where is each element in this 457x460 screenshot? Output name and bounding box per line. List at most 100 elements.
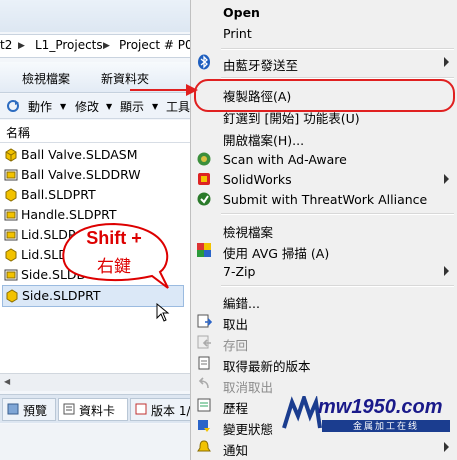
menu-item-solidworks[interactable]: SolidWorks [191,169,457,189]
menu-item-threatwork[interactable]: Submit with ThreatWork Alliance [191,189,457,209]
notify-icon [197,440,211,452]
menu-item-check-out[interactable]: 取出 [191,311,457,332]
file-name: Handle.SLDPRT [21,207,117,222]
menu-item-avg-scan[interactable]: 使用 AVG 掃描 (A) [191,240,457,261]
tab-datacard[interactable]: 資料卡 [58,398,128,421]
menu-item-label: 歷程 [223,401,249,416]
drawing-icon [4,169,18,181]
menu-item-label: Print [223,26,252,41]
solidworks-icon [198,173,210,185]
menu-item-label: Open [223,5,260,20]
threatwork-icon [197,192,211,206]
menu-item-edit[interactable]: 編錯... [191,290,457,311]
watermark-banner: 金属加工在线 [322,420,450,432]
watermark-text: mw1950.com [318,396,443,418]
menu-item-check-in[interactable]: 存回 [191,332,457,353]
undo-check-out-icon [198,377,209,389]
menu-item-label: 變更狀態 [223,422,274,437]
part-icon [5,248,17,262]
file-name: Ball.SLDPRT [21,187,96,202]
callout-line-2: 右鍵 [97,257,131,277]
change-state-icon [198,420,210,432]
callout-line-1: Shift + [86,228,142,248]
menu-item-scan-ad-aware[interactable]: Scan with Ad-Aware [191,149,457,169]
column-header[interactable]: 名稱 [0,120,190,143]
bottom-panel [0,424,190,460]
menu-separator [221,213,454,215]
tools-menu[interactable]: 工具 [166,98,190,115]
file-name: Ball Valve.SLDDRW [21,167,141,182]
watermark: mw1950.com 金属加工在线 [282,396,457,432]
modify-menu[interactable]: 修改 [75,98,99,115]
menu-item-label: SolidWorks [223,172,292,187]
copy-path-highlight-oval [194,79,455,112]
menu-separator [221,48,454,50]
menu-item-label: 取出 [223,317,249,332]
scroll-left-icon[interactable]: ◀ [4,377,10,386]
horizontal-scrollbar[interactable]: ◀ [0,373,190,391]
check-out-icon [197,314,212,328]
chevron-right-icon[interactable]: ▶ [18,41,25,51]
dropdown-arrow-icon[interactable]: ▼ [152,102,158,111]
mouse-cursor-icon [156,303,170,322]
dropdown-arrow-icon[interactable]: ▼ [60,102,66,111]
menu-item-notify[interactable]: 通知 [191,437,457,458]
refresh-icon[interactable] [6,99,20,113]
menu-item-7zip[interactable]: 7-Zip [191,261,457,281]
drawing-icon [4,229,18,241]
tab-preview[interactable]: 預覽 [2,398,56,421]
list-item[interactable]: Ball Valve.SLDDRW [2,165,182,185]
breadcrumb-item[interactable]: Project # P0 [119,38,193,52]
breadcrumb-item[interactable]: L1_Projects [35,38,103,52]
view-file-button[interactable]: 檢視檔案 [22,70,70,87]
tab-version[interactable]: 版本 1/ [130,398,192,421]
menu-item-open-file[interactable]: 開啟檔案(H)... [191,127,457,148]
menu-item-label: 存回 [223,338,249,353]
context-menu: Open Print 由藍牙發送至 複製路徑(A) 釘選到 [開始] 功能表(U… [190,0,457,460]
menu-item-label: 由藍牙發送至 [223,58,299,73]
menu-item-label: 開啟檔案(H)... [223,133,305,148]
avg-icon [197,243,211,257]
list-item[interactable]: Ball.SLDPRT [2,185,182,205]
menu-item-get-latest[interactable]: 取得最新的版本 [191,353,457,374]
shift-right-click-callout: Shift + 右鍵 [56,222,172,290]
version-icon [135,403,147,415]
submenu-arrow-icon [444,266,449,276]
menu-item-label: 7-Zip [223,264,256,279]
display-menu[interactable]: 顯示 [120,98,144,115]
file-name: Side.SLDPRT [22,288,101,303]
datacard-icon [63,403,75,415]
menu-item-view-file[interactable]: 檢視檔案 [191,219,457,240]
history-icon [197,398,211,412]
menu-item-open[interactable]: Open [191,2,457,22]
watermark-subtext: 金属加工在线 [352,422,419,432]
menu-separator [221,285,454,287]
file-name: Ball Valve.SLDASM [21,147,138,162]
chevron-right-icon[interactable]: ▶ [103,41,110,51]
dropdown-arrow-icon[interactable]: ▼ [106,102,112,111]
menu-item-label: 取消取出 [223,380,274,395]
list-item[interactable]: Ball Valve.SLDASM [2,145,182,165]
tab-label: 版本 1/ [151,404,191,418]
drawing-icon [4,209,18,221]
menu-item-label: 取得最新的版本 [223,359,311,374]
part-icon [5,188,17,202]
actions-menu[interactable]: 動作 [28,98,52,115]
menu-item-print[interactable]: Print [191,23,457,43]
check-in-icon [197,335,211,349]
part-icon [6,289,18,303]
bluetooth-icon [198,54,210,70]
watermark-logo-icon [282,396,322,429]
drawing-icon [4,269,18,281]
menu-item-undo-check-out[interactable]: 取消取出 [191,374,457,395]
menu-item-label: 檢視檔案 [223,225,274,240]
menu-item-send-bluetooth[interactable]: 由藍牙發送至 [191,52,457,73]
bottom-tabs: 預覽 資料卡 版本 1/ [0,394,192,423]
breadcrumb-item[interactable]: t2 [0,38,12,52]
menu-item-label: 編錯... [223,296,260,311]
assembly-icon [5,148,17,162]
submenu-arrow-icon [444,174,449,184]
menu-item-label: 使用 AVG 掃描 (A) [223,246,330,261]
window-top-strip [0,0,190,32]
menu-item-label: Submit with ThreatWork Alliance [223,192,428,207]
